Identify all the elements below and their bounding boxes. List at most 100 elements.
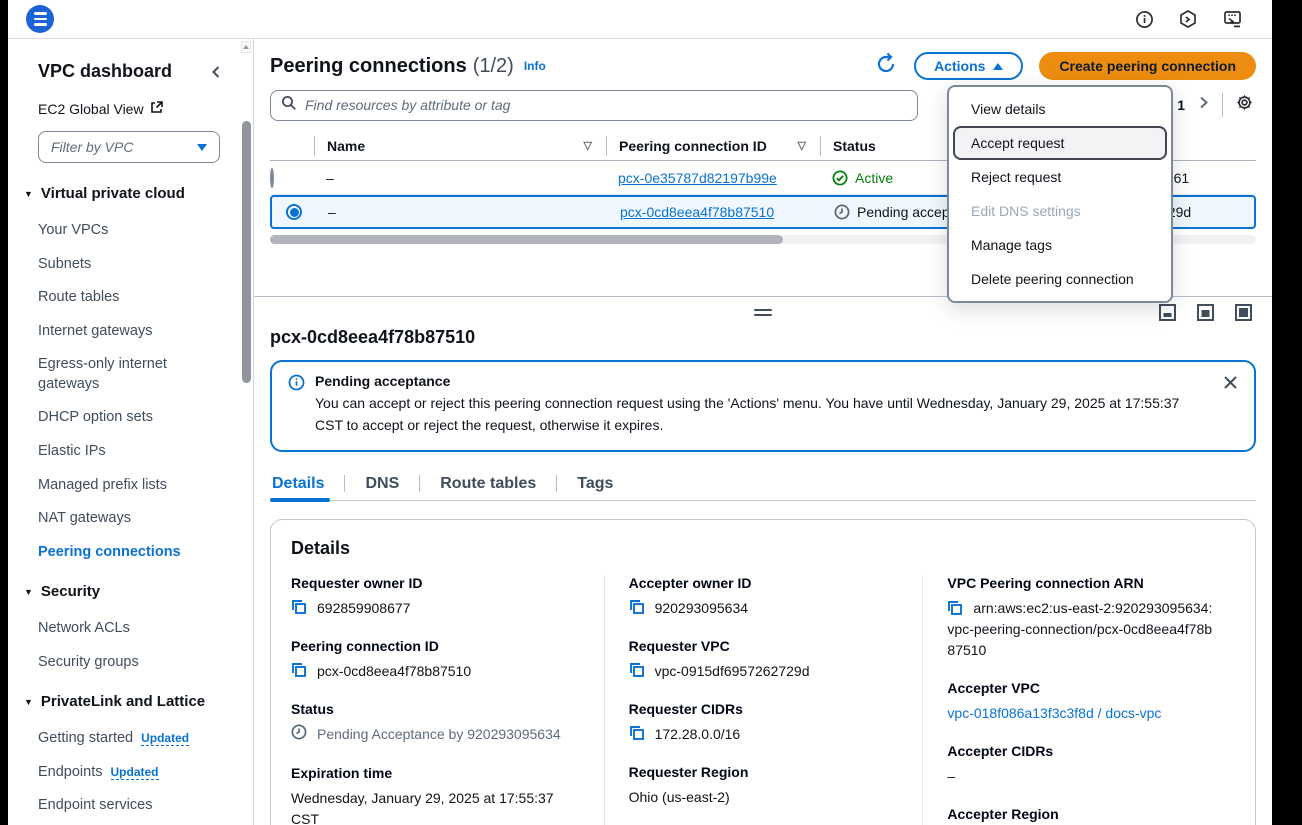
tab-route-tables[interactable]: Route tables (420, 468, 556, 500)
menu-item-delete-peering-connection[interactable]: Delete peering connection (953, 262, 1167, 296)
detail-split-panel: pcx-0cd8eea4f78b87510 Pending acceptance… (254, 296, 1272, 825)
sidebar-item-security-groups[interactable]: Security groups (38, 646, 223, 680)
console-window: VPC dashboard EC2 Global View Filter by … (8, 0, 1272, 825)
section-privatelink-lattice[interactable]: ▼ PrivateLink and Lattice (24, 693, 223, 710)
panel-size-medium-icon[interactable] (1197, 304, 1214, 326)
updated-badge: Updated (111, 765, 159, 780)
peering-connection-id-link[interactable]: pcx-0cd8eea4f78b87510 (620, 204, 774, 220)
section-virtual-private-cloud[interactable]: ▼ Virtual private cloud (24, 185, 223, 202)
actions-dropdown-menu: View details Accept request Reject reque… (947, 85, 1173, 303)
field-requester-owner-id: Requester owner ID 692859908677 (291, 575, 582, 619)
sidebar-item-your-vpcs[interactable]: Your VPCs (38, 214, 223, 248)
search-placeholder: Find resources by attribute or tag (305, 97, 510, 113)
search-icon (281, 95, 297, 116)
section-caret-icon: ▼ (24, 189, 33, 199)
copy-icon[interactable] (629, 599, 645, 615)
sidebar-item-egress-only-internet-gateways[interactable]: Egress-only internet gateways (38, 348, 198, 401)
section-security[interactable]: ▼ Security (24, 583, 223, 600)
hamburger-menu-button[interactable] (26, 5, 54, 33)
menu-item-accept-request[interactable]: Accept request (953, 126, 1167, 160)
sidebar-item-peering-connections[interactable]: Peering connections (38, 536, 223, 570)
sidebar-scrollbar[interactable] (241, 39, 251, 825)
sidebar-collapse-icon[interactable] (209, 65, 223, 79)
sidebar-item-internet-gateways[interactable]: Internet gateways (38, 315, 223, 349)
create-peering-connection-button[interactable]: Create peering connection (1039, 52, 1256, 80)
cell-name: – (316, 204, 608, 220)
close-icon[interactable] (1223, 375, 1238, 395)
refresh-button[interactable] (874, 52, 898, 81)
copy-icon[interactable] (291, 662, 307, 678)
tab-details[interactable]: Details (270, 468, 344, 500)
preferences-gear-icon[interactable] (1235, 93, 1254, 117)
filter-by-vpc-select[interactable]: Filter by VPC (38, 131, 220, 163)
section-caret-icon: ▼ (24, 587, 33, 597)
actions-button[interactable]: Actions (914, 52, 1023, 80)
sort-caret-icon[interactable]: ▽ (584, 139, 592, 152)
search-input[interactable]: Find resources by attribute or tag (270, 90, 918, 121)
menu-item-reject-request[interactable]: Reject request (953, 160, 1167, 194)
row-radio-unselected[interactable] (270, 168, 274, 188)
clock-icon (291, 724, 307, 746)
field-accepter-owner-id: Accepter owner ID 920293095634 (629, 575, 901, 619)
field-status: Status Pending Acceptance by 92029309563… (291, 701, 582, 746)
peering-connection-id-link[interactable]: pcx-0e35787d82197b99e (618, 170, 777, 186)
sidebar-item-endpoint-services[interactable]: Endpoint services (38, 789, 223, 823)
main-content: Peering connections (1/2) Info Actions C… (254, 39, 1272, 825)
feedback-icon[interactable] (1222, 9, 1244, 29)
field-requester-cidrs: Requester CIDRs 172.28.0.0/16 (629, 701, 901, 745)
details-column-2: Accepter owner ID 920293095634 Requester… (604, 575, 923, 825)
page-number[interactable]: 1 (1177, 97, 1185, 113)
page-title: Peering connections (270, 55, 467, 78)
copy-icon[interactable] (291, 599, 307, 615)
row-radio-selected[interactable] (286, 204, 302, 220)
sidebar-navigation: VPC dashboard EC2 Global View Filter by … (8, 39, 254, 825)
details-container: Details Requester owner ID 692859908677 (270, 519, 1256, 825)
horizontal-scrollbar-thumb[interactable] (270, 235, 783, 244)
info-icon[interactable] (1135, 10, 1154, 29)
menu-item-view-details[interactable]: View details (953, 92, 1167, 126)
sidebar-scrollbar-thumb[interactable] (242, 121, 251, 383)
sidebar-item-nat-gateways[interactable]: NAT gateways (38, 502, 223, 536)
copy-icon[interactable] (629, 662, 645, 678)
panel-heading: pcx-0cd8eea4f78b87510 (270, 327, 1256, 348)
column-header-name[interactable]: Name ▽ (314, 136, 606, 156)
sidebar-item-route-tables[interactable]: Route tables (38, 281, 223, 315)
divider (1222, 93, 1223, 117)
copy-icon[interactable] (947, 600, 973, 616)
clock-icon (834, 204, 850, 220)
tab-tags[interactable]: Tags (557, 468, 633, 500)
sidebar-item-network-acls[interactable]: Network ACLs (38, 612, 223, 646)
sidebar-item-dhcp-option-sets[interactable]: DHCP option sets (38, 401, 223, 435)
menu-item-edit-dns-settings: Edit DNS settings (953, 194, 1167, 228)
field-expiration-time: Expiration time Wednesday, January 29, 2… (291, 765, 582, 825)
cloudshell-icon[interactable] (1178, 9, 1198, 29)
sidebar-item-endpoints[interactable]: EndpointsUpdated (38, 756, 223, 790)
field-requester-vpc: Requester VPC vpc-0915df6957262729d (629, 638, 901, 682)
panel-size-small-icon[interactable] (1159, 304, 1176, 326)
panel-size-large-icon[interactable] (1235, 304, 1252, 326)
alert-message: You can accept or reject this peering co… (315, 392, 1210, 437)
sidebar-title: VPC dashboard (38, 61, 172, 82)
scroll-up-arrow-icon[interactable] (241, 41, 251, 53)
next-page-icon[interactable] (1197, 96, 1210, 114)
info-link[interactable]: Info (524, 59, 546, 73)
ec2-global-view-link[interactable]: EC2 Global View (38, 100, 223, 117)
column-header-peering-connection-id[interactable]: Peering connection ID ▽ (606, 136, 820, 156)
sidebar-item-getting-started[interactable]: Getting startedUpdated (38, 722, 223, 756)
menu-item-manage-tags[interactable]: Manage tags (953, 228, 1167, 262)
sidebar-item-managed-prefix-lists[interactable]: Managed prefix lists (38, 469, 223, 503)
accepter-vpc-link[interactable]: vpc-018f086a13f3c3f8d / docs-vpc (947, 703, 1161, 724)
tab-dns[interactable]: DNS (345, 468, 419, 500)
split-panel-resize-handle[interactable] (754, 309, 772, 316)
alert-title: Pending acceptance (315, 373, 1210, 389)
section-caret-icon: ▼ (24, 697, 33, 707)
sidebar-item-elastic-ips[interactable]: Elastic IPs (38, 435, 223, 469)
details-column-3: VPC Peering connection ARN arn:aws:ec2:u… (922, 575, 1235, 825)
sidebar-item-subnets[interactable]: Subnets (38, 248, 223, 282)
copy-icon[interactable] (629, 725, 645, 741)
sort-caret-icon[interactable]: ▽ (798, 139, 806, 152)
field-accepter-region: Accepter Region Ohio (us-east-2) (947, 806, 1213, 825)
detail-tabs: Details DNS Route tables Tags (270, 468, 1256, 501)
field-accepter-vpc: Accepter VPC vpc-018f086a13f3c3f8d / doc… (947, 680, 1213, 724)
chevron-down-icon (197, 144, 207, 151)
